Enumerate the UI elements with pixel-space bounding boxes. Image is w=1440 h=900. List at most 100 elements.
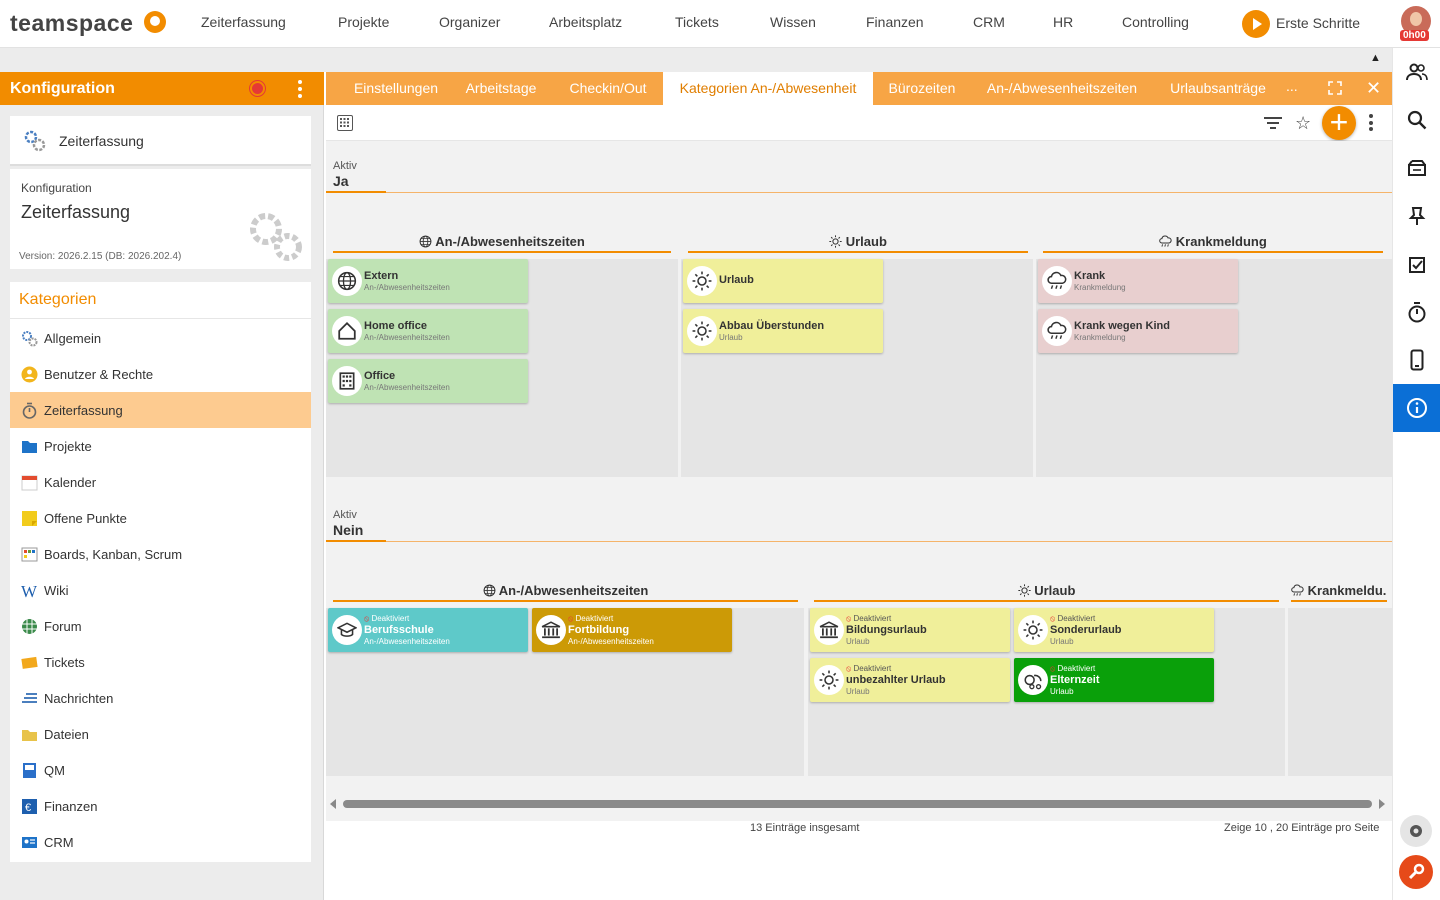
tab-urlaubsantraege[interactable]: Urlaubsanträge bbox=[1162, 72, 1274, 105]
scrollbar-thumb[interactable] bbox=[343, 800, 1372, 808]
nav-projekte[interactable]: Projekte bbox=[338, 14, 389, 30]
sidebar-item-dateien[interactable]: Dateien bbox=[10, 716, 311, 752]
group-label: Aktiv bbox=[333, 160, 357, 172]
nav-crm[interactable]: CRM bbox=[973, 14, 1005, 30]
group-value: Ja bbox=[333, 173, 349, 189]
sidebar-item-label: Kalender bbox=[44, 475, 97, 490]
sidebar-item-qm[interactable]: QM bbox=[10, 752, 311, 788]
nav-arbeitsplatz[interactable]: Arbeitsplatz bbox=[549, 14, 622, 30]
deactivated-badge: Deaktiviert bbox=[1050, 614, 1095, 624]
category-card[interactable]: DeaktiviertFortbildungAn-/Abwesenheitsze… bbox=[532, 608, 732, 652]
column-header[interactable]: Urlaub bbox=[688, 234, 1028, 251]
stopwatch-icon[interactable] bbox=[1393, 288, 1440, 336]
module-card[interactable]: Zeiterfassung bbox=[10, 116, 311, 166]
version-label: Version: 2026.2.15 (DB: 2026.202.4) bbox=[19, 251, 182, 262]
card-title: Elternzeit bbox=[1050, 674, 1100, 686]
sidebar-item-forum[interactable]: Forum bbox=[10, 608, 311, 644]
search-icon[interactable] bbox=[1393, 96, 1440, 144]
group-header[interactable]: Aktiv Ja bbox=[326, 141, 1392, 193]
globe-icon bbox=[332, 266, 362, 296]
nav-organizer[interactable]: Organizer bbox=[439, 14, 500, 30]
category-card[interactable]: Krank wegen Kind Krankmeldung bbox=[1038, 309, 1238, 353]
tab-overflow[interactable]: ... bbox=[1286, 78, 1298, 94]
view-toggle-icon[interactable] bbox=[337, 115, 353, 131]
sidebar-item-zeiterfassung[interactable]: Zeiterfassung bbox=[10, 392, 311, 428]
bug-icon[interactable] bbox=[250, 81, 265, 96]
inbox-icon[interactable] bbox=[1393, 144, 1440, 192]
close-icon[interactable]: ✕ bbox=[1366, 78, 1381, 99]
column-header[interactable]: Urlaub bbox=[814, 583, 1279, 600]
sidebar-item-offene-punkte[interactable]: Offene Punkte bbox=[10, 500, 311, 536]
sidebar-item-kalender[interactable]: Kalender bbox=[10, 464, 311, 500]
category-card[interactable]: DeaktiviertSonderurlaubUrlaub bbox=[1014, 608, 1214, 652]
scroll-right-icon[interactable] bbox=[1379, 799, 1385, 809]
sidebar-menu-icon[interactable] bbox=[298, 80, 306, 98]
folder-icon bbox=[21, 438, 38, 455]
info-icon[interactable] bbox=[1393, 384, 1440, 432]
sidebar-item-allgemein[interactable]: Allgemein bbox=[10, 320, 311, 356]
group-header[interactable]: Aktiv Nein bbox=[326, 490, 1392, 542]
wrench-icon[interactable] bbox=[1399, 855, 1433, 889]
category-card[interactable]: DeaktiviertBerufsschuleAn-/Abwesenheitsz… bbox=[328, 608, 528, 652]
sidebar-item-benutzer-rechte[interactable]: Benutzer & Rechte bbox=[10, 356, 311, 392]
settings-gear-icon[interactable] bbox=[1400, 815, 1432, 847]
category-card[interactable]: DeaktiviertElternzeitUrlaub bbox=[1014, 658, 1214, 702]
nav-finanzen[interactable]: Finanzen bbox=[866, 14, 924, 30]
page-size-selector[interactable]: Zeige 10 , 20 Einträge pro Seite bbox=[1224, 822, 1379, 834]
category-card[interactable]: Office An-/Abwesenheitszeiten bbox=[328, 359, 528, 403]
sidebar-item-tickets[interactable]: Tickets bbox=[10, 644, 311, 680]
rain-icon bbox=[1291, 584, 1304, 600]
column-header[interactable]: An-/Abwesenheitszeiten bbox=[333, 583, 798, 600]
nav-wissen[interactable]: Wissen bbox=[770, 14, 816, 30]
column-title: Urlaub bbox=[1034, 583, 1076, 598]
tab-arbeitstage[interactable]: Arbeitstage bbox=[459, 72, 543, 105]
sidebar-item-boards-kanban-scrum[interactable]: Boards, Kanban, Scrum bbox=[10, 536, 311, 572]
app-logo[interactable]: teamspace bbox=[10, 10, 133, 37]
category-card[interactable]: Urlaub bbox=[683, 259, 883, 303]
tab-einstellungen[interactable]: Einstellungen bbox=[340, 72, 452, 105]
toolbar-menu-icon[interactable] bbox=[1369, 114, 1373, 134]
tab-buerozeiten[interactable]: Bürozeiten bbox=[882, 72, 962, 105]
card-subtitle: Krankmeldung bbox=[1074, 333, 1126, 342]
deactivated-badge: Deaktiviert bbox=[846, 614, 891, 624]
sidebar-item-projekte[interactable]: Projekte bbox=[10, 428, 311, 464]
sidebar-item-finanzen[interactable]: € Finanzen bbox=[10, 788, 311, 824]
tab-kategorien[interactable]: Kategorien An-/Abwesenheit bbox=[663, 72, 873, 105]
sidebar-item-wiki[interactable]: W Wiki bbox=[10, 572, 311, 608]
filter-icon[interactable] bbox=[1263, 115, 1283, 131]
contacts-icon[interactable] bbox=[1393, 48, 1440, 96]
collapse-up-icon[interactable]: ▲ bbox=[1370, 52, 1381, 64]
globe-icon bbox=[419, 235, 432, 251]
nav-zeiterfassung[interactable]: Zeiterfassung bbox=[201, 14, 286, 30]
tasks-icon[interactable] bbox=[1393, 240, 1440, 288]
column-header[interactable]: Krankmeldu... bbox=[1291, 583, 1387, 600]
nav-tickets[interactable]: Tickets bbox=[675, 14, 719, 30]
sidebar-item-crm[interactable]: CRM bbox=[10, 824, 311, 860]
category-card[interactable]: Deaktiviertunbezahlter UrlaubUrlaub bbox=[810, 658, 1010, 702]
star-icon[interactable]: ☆ bbox=[1295, 113, 1311, 134]
mobile-icon[interactable] bbox=[1393, 336, 1440, 384]
board-icon bbox=[21, 546, 38, 563]
category-card[interactable]: Home office An-/Abwesenheitszeiten bbox=[328, 309, 528, 353]
nav-hr[interactable]: HR bbox=[1053, 14, 1073, 30]
add-button[interactable]: + bbox=[1322, 106, 1356, 140]
category-card[interactable]: Krank Krankmeldung bbox=[1038, 259, 1238, 303]
column-header[interactable]: An-/Abwesenheitszeiten bbox=[333, 234, 671, 251]
category-card[interactable]: Abbau Überstunden Urlaub bbox=[683, 309, 883, 353]
tab-checkin-out[interactable]: Checkin/Out bbox=[562, 72, 654, 105]
horizontal-scrollbar[interactable] bbox=[326, 796, 1392, 812]
nav-controlling[interactable]: Controlling bbox=[1122, 14, 1189, 30]
expand-icon[interactable] bbox=[1328, 81, 1342, 95]
scroll-left-icon[interactable] bbox=[330, 799, 336, 809]
card-subtitle: An-/Abwesenheitszeiten bbox=[364, 333, 450, 342]
tab-abwesenheitszeiten[interactable]: An-/Abwesenheitszeiten bbox=[980, 72, 1144, 105]
sun-icon bbox=[829, 235, 842, 251]
category-card[interactable]: Extern An-/Abwesenheitszeiten bbox=[328, 259, 528, 303]
categories-divider bbox=[10, 318, 311, 319]
column-header[interactable]: Krankmeldung bbox=[1043, 234, 1383, 251]
pin-icon[interactable] bbox=[1393, 192, 1440, 240]
card-title: Office bbox=[364, 370, 396, 382]
logo-icon[interactable] bbox=[144, 11, 166, 33]
sidebar-item-nachrichten[interactable]: Nachrichten bbox=[10, 680, 311, 716]
category-card[interactable]: DeaktiviertBildungsurlaubUrlaub bbox=[810, 608, 1010, 652]
